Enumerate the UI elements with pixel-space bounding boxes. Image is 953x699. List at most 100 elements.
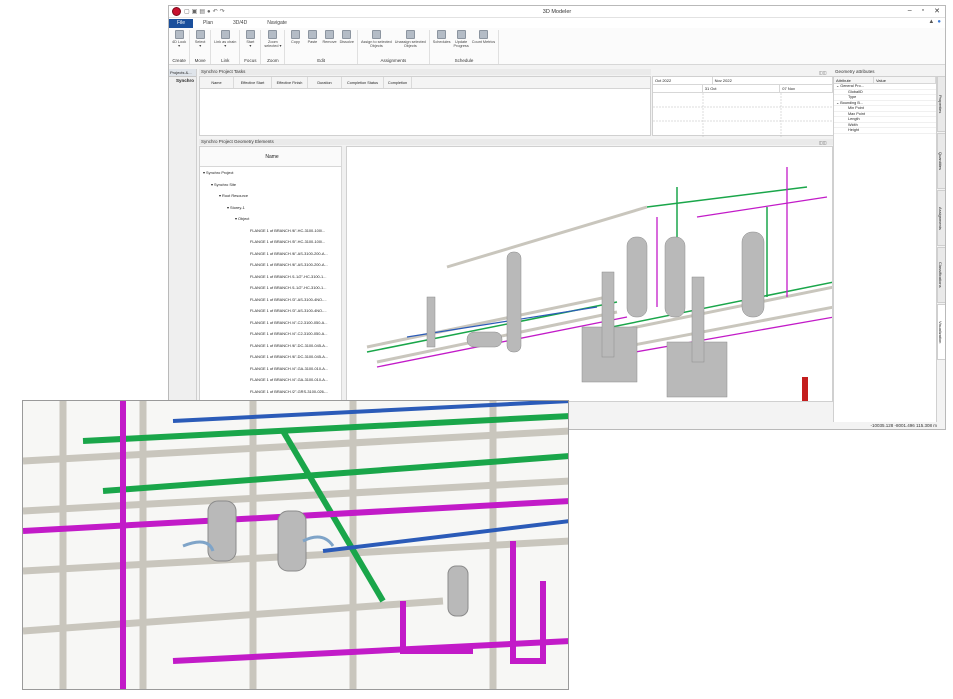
viewport-controls-icon[interactable]: ◫◫: [819, 140, 827, 145]
window-title: 3D Modeler: [542, 8, 572, 15]
side-tab-visualization[interactable]: Visualization: [937, 304, 945, 360]
ribbon-button[interactable]: Zoom selected ▾: [264, 30, 281, 54]
ribbon-group-title: Focus: [244, 58, 257, 63]
tab-plan[interactable]: Plan: [193, 19, 223, 28]
ribbon-button[interactable]: Dissolve: [340, 30, 354, 54]
ribbon-group-buttons: 4D Look ▾: [172, 30, 186, 54]
ribbon-button[interactable]: Copy: [288, 30, 302, 54]
ribbon-group-buttons: Zoom selected ▾: [264, 30, 281, 54]
tree-leaf[interactable]: FLANGE 1 of BRANCH /6"-HC-3100-100/...: [200, 225, 344, 237]
elements-panel-title: Synchro Project Geometry Elements: [199, 139, 833, 145]
save-icon[interactable]: ▣: [192, 8, 198, 15]
ribbon-tool-icon: [268, 30, 278, 39]
detail-view: [22, 400, 569, 690]
attribute-value: [874, 122, 936, 127]
tree-leaf[interactable]: FLANGE 1 of BRANCH /6"-DC-3100-045-A...: [200, 340, 344, 352]
side-tab-quantities[interactable]: Quantities: [937, 133, 945, 189]
collapse-ribbon-icon[interactable]: ▲: [928, 19, 934, 25]
app-logo-icon[interactable]: [172, 7, 181, 16]
tree-node[interactable]: ▾ Root Resource: [200, 190, 344, 202]
tree-leaf[interactable]: FLANGE 1 of BRANCH /3"-AS-3100-4NO-...: [200, 305, 344, 317]
tree-leaf[interactable]: FLANGE 1 of BRANCH /4"-GA-3100-010-A...: [200, 363, 344, 375]
close-button[interactable]: ✕: [934, 7, 940, 15]
ribbon-button[interactable]: Link as chain ▾: [214, 30, 236, 54]
tree-leaf[interactable]: FLANGE 1 of BRANCH /4"-C2-3100-050-A...: [200, 317, 344, 329]
attributes-title: Geometry attributes: [835, 69, 875, 74]
task-column-header[interactable]: Completion Status: [342, 77, 384, 88]
ribbon-button-label: Dissolve: [339, 40, 354, 44]
task-column-header[interactable]: Effective Start: [234, 77, 272, 88]
app-window: ▢ ▣ ▤ ● ↶ ↷ 3D Modeler – ▫ ✕ File Plan 3…: [168, 5, 946, 430]
ribbon-button-label: Unassign selected Objects: [394, 40, 426, 49]
3d-viewport[interactable]: [346, 146, 833, 402]
ribbon-tool-icon: [405, 30, 415, 39]
tree-leaf[interactable]: FLANGE 1 of BRANCH /5"-HC-3100-100/...: [200, 236, 344, 248]
ribbon-button[interactable]: Count Metrics: [472, 30, 495, 54]
attributes-panel: Attribute Value ⌄ General Pro... GlobalID…: [833, 76, 937, 429]
tree-node[interactable]: ▾ Synchro Site: [200, 179, 344, 191]
tree-node[interactable]: ▾ Storey-1: [200, 202, 344, 214]
attribute-value: [874, 106, 936, 111]
ribbon-tool-icon: [245, 30, 255, 39]
panel-controls-icon[interactable]: ◫◫: [819, 70, 827, 75]
projects-panel: Projects &... Synchro: [169, 69, 197, 429]
tree-leaf[interactable]: FLANGE 1 of BRANCH /3"-AS-3100-4NO-...: [200, 294, 344, 306]
title-bar: ▢ ▣ ▤ ● ↶ ↷ 3D Modeler – ▫ ✕: [169, 6, 945, 18]
projects-tab[interactable]: Projects &...: [169, 69, 196, 77]
tree-node[interactable]: ▾ Object: [200, 213, 344, 225]
ribbon-button[interactable]: Schedules: [433, 30, 451, 54]
tree-leaf[interactable]: FLANGE 1 of BRANCH /6"-AS-3100-200-A...: [200, 248, 344, 260]
task-column-header[interactable]: Completion: [384, 77, 412, 88]
ribbon-tool-icon: [437, 30, 447, 39]
attribute-name: Min Point: [848, 106, 864, 110]
ribbon-button[interactable]: Assign to selected Objects: [361, 30, 392, 54]
ribbon-group-schedule: Schedules Update Progress Count Metrics Sch…: [430, 30, 500, 64]
ribbon-button[interactable]: Update Progress: [454, 30, 469, 54]
ribbon-tool-icon: [220, 30, 230, 39]
new-icon[interactable]: ▢: [184, 8, 190, 15]
redo-icon[interactable]: ↷: [220, 8, 225, 15]
undo-icon[interactable]: ↶: [213, 8, 218, 15]
tab-navigate[interactable]: Navigate: [257, 19, 297, 28]
restore-button[interactable]: ▫: [922, 7, 924, 15]
tab-file[interactable]: File: [169, 19, 193, 28]
task-column-header[interactable]: Duration: [308, 77, 342, 88]
attribute-value: [874, 128, 936, 133]
attribute-name: Height: [848, 128, 859, 132]
help-icon[interactable]: ●: [937, 19, 941, 25]
side-tabs: Properties Quantities Assignments Classific…: [937, 76, 945, 376]
attribute-value: [874, 84, 936, 89]
ribbon-group-title: Create: [172, 58, 186, 63]
ribbon-tool-icon: [371, 30, 381, 39]
tree-leaf[interactable]: FLANGE 1 of BRANCH /1.1/2"-HC-3100-1...: [200, 271, 344, 283]
minimize-button[interactable]: –: [908, 7, 912, 15]
ribbon-button[interactable]: Remove: [322, 30, 337, 54]
ribbon-tool-icon: [290, 30, 300, 39]
side-tab-assignments[interactable]: Assignments: [937, 190, 945, 246]
tree-node[interactable]: ▾ Synchro Project: [200, 167, 344, 179]
ribbon-button[interactable]: Paste: [305, 30, 319, 54]
tree-leaf[interactable]: FLANGE 1 of BRANCH /4"-C2-3100-050-A...: [200, 328, 344, 340]
side-tab-properties[interactable]: Properties: [937, 76, 945, 132]
tree-leaf[interactable]: FLANGE 1 of BRANCH /6"-AS-3100-200-A...: [200, 259, 344, 271]
ribbon-button[interactable]: Start ▾: [243, 30, 257, 54]
open-icon[interactable]: ▤: [199, 8, 205, 15]
ribbon-button[interactable]: Unassign selected Objects: [395, 30, 426, 54]
ribbon-button[interactable]: 4D Look ▾: [172, 30, 186, 54]
task-column-header[interactable]: Name: [200, 77, 234, 88]
tree-leaf[interactable]: FLANGE 1 of BRANCH /2"-GRS-3100-026-...: [200, 386, 344, 398]
attribute-name: GlobalID: [848, 89, 863, 94]
side-tab-classifications[interactable]: Classifications: [937, 247, 945, 303]
tab-3d4d[interactable]: 3D/4D: [223, 19, 257, 28]
stop-icon[interactable]: ●: [207, 9, 211, 15]
tree-leaf[interactable]: FLANGE 1 of BRANCH /4"-GA-3100-010-A...: [200, 374, 344, 386]
ribbon-group-zoom: Zoom selected ▾ Zoom: [261, 30, 286, 64]
synchro-item[interactable]: Synchro: [169, 77, 196, 84]
attribute-row[interactable]: Height: [834, 128, 936, 134]
ribbon-button[interactable]: Select ▾: [193, 30, 207, 54]
ribbon: 4D Look ▾ Create Select ▾ Move Link as chain…: [169, 28, 945, 65]
tree-leaf[interactable]: FLANGE 1 of BRANCH /1.1/2"-HC-3100-1...: [200, 282, 344, 294]
task-column-header[interactable]: Effective Finish: [272, 77, 308, 88]
ribbon-button-label: Select ▾: [194, 40, 206, 49]
tree-leaf[interactable]: FLANGE 1 of BRANCH /6"-DC-3100-045-A...: [200, 351, 344, 363]
